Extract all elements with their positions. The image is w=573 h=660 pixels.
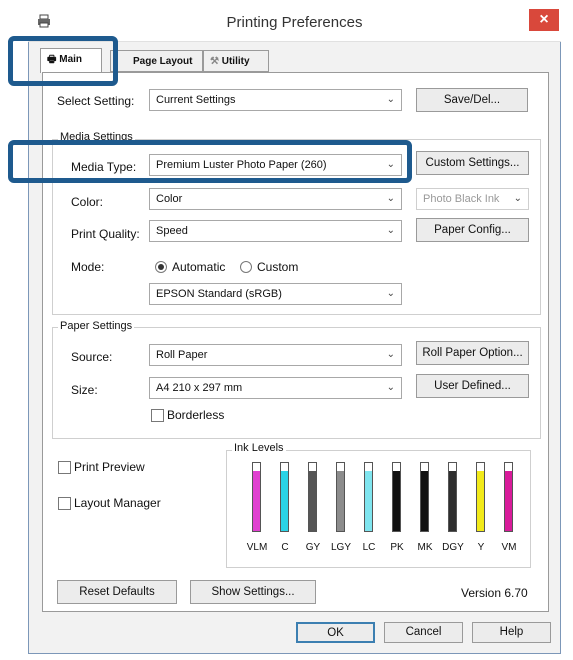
user-defined-button[interactable]: User Defined... <box>416 374 529 398</box>
chevron-down-icon: ⌄ <box>513 193 522 204</box>
ink-label-gy: GY <box>305 542 321 553</box>
source-label: Source: <box>71 350 113 364</box>
ink-label-mk: MK <box>417 542 433 553</box>
ink-bar-vm <box>504 462 513 532</box>
custom-label: Custom <box>257 260 299 274</box>
help-button[interactable]: Help <box>472 622 551 643</box>
ink-bar-vlm <box>252 462 261 532</box>
color-combo[interactable]: Color ⌄ <box>149 188 402 210</box>
chevron-down-icon: ⌄ <box>386 382 395 393</box>
ink-fill-mk <box>421 471 428 531</box>
ink-fill-lgy <box>337 471 344 531</box>
ink-bar-y <box>476 462 485 532</box>
ink-bar-lc <box>364 462 373 532</box>
window-title: Printing Preferences <box>226 14 363 31</box>
chevron-down-icon: ⌄ <box>386 288 395 299</box>
media-type-highlight <box>8 140 412 183</box>
ink-label-c: C <box>281 542 289 553</box>
borderless-checkbox[interactable] <box>151 409 164 422</box>
select-setting-label: Select Setting: <box>57 94 135 108</box>
ink-type-combo: Photo Black Ink ⌄ <box>416 188 529 210</box>
ink-fill-vlm <box>253 471 260 531</box>
color-value: Color <box>156 193 183 205</box>
ink-fill-gy <box>309 471 316 531</box>
ink-fill-dgy <box>449 471 456 531</box>
paper-settings-legend: Paper Settings <box>58 320 135 332</box>
ink-fill-y <box>477 471 484 531</box>
main-tab-highlight <box>8 36 118 86</box>
cancel-button[interactable]: Cancel <box>384 622 463 643</box>
layout-manager-label: Layout Manager <box>74 496 161 510</box>
ink-fill-c <box>281 471 288 531</box>
chevron-down-icon: ⌄ <box>386 349 395 360</box>
color-mode-value: EPSON Standard (sRGB) <box>156 288 282 300</box>
save-del-button[interactable]: Save/Del... <box>416 88 528 112</box>
ink-fill-pk <box>393 471 400 531</box>
automatic-radio[interactable] <box>155 261 167 273</box>
print-quality-value: Speed <box>156 225 188 237</box>
source-value: Roll Paper <box>156 349 208 361</box>
color-mode-combo[interactable]: EPSON Standard (sRGB) ⌄ <box>149 283 402 305</box>
reset-defaults-button[interactable]: Reset Defaults <box>57 580 177 604</box>
ink-fill-vm <box>505 471 512 531</box>
size-value: A4 210 x 297 mm <box>156 382 243 394</box>
print-preview-checkbox[interactable] <box>58 461 71 474</box>
select-setting-combo[interactable]: Current Settings ⌄ <box>149 89 402 111</box>
print-quality-combo[interactable]: Speed ⌄ <box>149 220 402 242</box>
show-settings-button[interactable]: Show Settings... <box>190 580 316 604</box>
wrench-icon: ⚒ <box>210 56 219 67</box>
tab-page-layout[interactable]: Page Layout <box>110 50 203 72</box>
ink-label-lc: LC <box>362 542 376 553</box>
chevron-down-icon: ⌄ <box>386 225 395 236</box>
select-setting-value: Current Settings <box>156 94 236 106</box>
ink-label-vm: VM <box>501 542 517 553</box>
ink-bar-c <box>280 462 289 532</box>
ok-button[interactable]: OK <box>296 622 375 643</box>
layout-manager-checkbox[interactable] <box>58 497 71 510</box>
tab-page-layout-label: Page Layout <box>133 56 193 67</box>
chevron-down-icon: ⌄ <box>386 94 395 105</box>
ink-fill-lc <box>365 471 372 531</box>
ink-bar-gy <box>308 462 317 532</box>
ink-bar-dgy <box>448 462 457 532</box>
custom-settings-button[interactable]: Custom Settings... <box>416 151 529 175</box>
paper-config-button[interactable]: Paper Config... <box>416 218 529 242</box>
mode-label: Mode: <box>71 260 105 274</box>
close-button[interactable]: × <box>529 9 559 31</box>
color-label: Color: <box>71 195 104 209</box>
source-combo[interactable]: Roll Paper ⌄ <box>149 344 402 366</box>
print-quality-label: Print Quality: <box>71 227 140 241</box>
ink-type-value: Photo Black Ink <box>423 193 500 205</box>
ink-label-pk: PK <box>390 542 404 553</box>
size-label: Size: <box>71 383 98 397</box>
ink-levels-display: VLM C GY LGY LC PK MK DGY Y VM <box>245 462 525 562</box>
custom-radio[interactable] <box>240 261 252 273</box>
ink-label-lgy: LGY <box>330 542 351 553</box>
chevron-down-icon: ⌄ <box>386 193 395 204</box>
tab-utility[interactable]: ⚒ Utility <box>203 50 269 72</box>
ink-bar-lgy <box>336 462 345 532</box>
roll-paper-option-button[interactable]: Roll Paper Option... <box>416 341 529 365</box>
ink-label-dgy: DGY <box>442 542 464 553</box>
ink-levels-legend: Ink Levels <box>232 442 286 454</box>
version-text: Version 6.70 <box>461 586 528 600</box>
ink-bar-mk <box>420 462 429 532</box>
print-preview-label: Print Preview <box>74 460 145 474</box>
ink-label-vlm: VLM <box>246 542 268 553</box>
size-combo[interactable]: A4 210 x 297 mm ⌄ <box>149 377 402 399</box>
ink-bar-pk <box>392 462 401 532</box>
borderless-label: Borderless <box>167 408 225 422</box>
ink-label-y: Y <box>477 542 485 553</box>
automatic-label: Automatic <box>172 260 226 274</box>
tab-utility-label: Utility <box>221 56 250 67</box>
